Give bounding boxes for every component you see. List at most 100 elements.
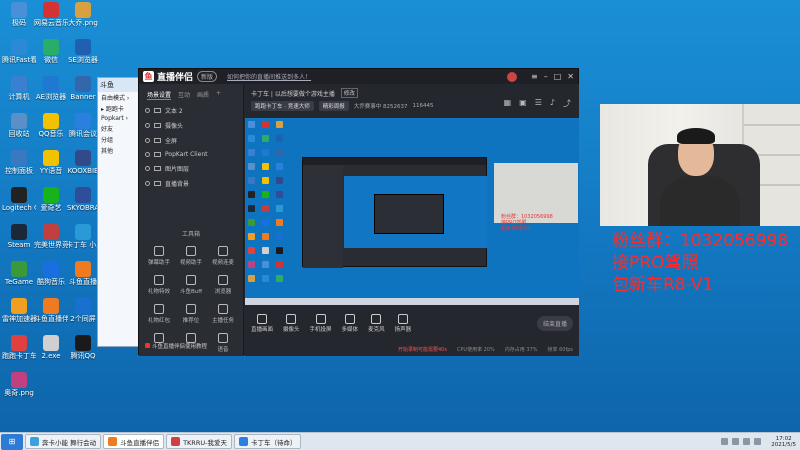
stream-control[interactable]: 麦克风 (368, 313, 385, 333)
minimize-icon[interactable]: – (544, 72, 548, 82)
toolbox-item[interactable]: 浏览器 (207, 275, 239, 295)
toolbox-item[interactable]: 推荐位 (175, 304, 207, 324)
desktop-icon[interactable]: 回收站 (2, 113, 36, 138)
scene-layer[interactable]: PopKart Client (139, 148, 243, 161)
taskbar-item[interactable]: 卡丁车（待命） (233, 434, 302, 449)
share-icon[interactable]: ⤴ (563, 98, 571, 109)
desktop-icon[interactable]: 2.exe (34, 335, 68, 360)
desktop-icon[interactable]: Banner (66, 76, 100, 101)
desktop-icon[interactable]: 斗鱼直播 (66, 261, 100, 286)
desktop-icon[interactable]: 跑跑卡丁车 (2, 335, 36, 360)
sidebar-tab[interactable]: 场景设置 (147, 90, 172, 100)
desktop-icon[interactable]: 腾讯QQ (66, 335, 100, 360)
toolbox-item[interactable]: 弹幕助手 (143, 246, 175, 266)
layout-icon[interactable]: ▣ (519, 98, 527, 109)
desktop-icon[interactable]: 爱奇艺 (34, 187, 68, 212)
qq-list-item[interactable]: ▸ 跑跑卡 (98, 103, 140, 114)
desktop-icon[interactable]: 计算机 (2, 76, 36, 101)
ime-icon[interactable] (743, 438, 751, 445)
desktop-icon[interactable]: 腾讯会议 (66, 113, 100, 138)
volume-icon[interactable] (732, 438, 740, 445)
qq-list-item[interactable]: 好友 (98, 123, 140, 134)
desktop-icon[interactable]: AE浏览器 (34, 76, 68, 101)
desktop-icon[interactable]: 大乔.png (66, 2, 100, 27)
douyu-live-companion-window[interactable]: 鱼 直播伴侣 新版 如何把你的直播间推送到多人！ ≡ – □ ✕ 场景设置 互动画… (138, 68, 579, 356)
desktop-icon[interactable]: 完美世界竞技平台 (34, 224, 68, 249)
scene-layer[interactable]: 直播背景 (139, 176, 243, 191)
desktop-icon[interactable]: KOOXBIE (66, 150, 100, 175)
category-button[interactable]: 跑跑卡丁车 · 竞速大师 (251, 101, 314, 111)
toolbox-item[interactable]: 视频连麦 (207, 246, 239, 266)
toolbox-item[interactable]: 视频助手 (175, 246, 207, 266)
stream-control[interactable]: 多媒体 (342, 313, 358, 333)
taskbar-item[interactable]: TKRRU-我爱天 (166, 434, 232, 449)
edit-room-button[interactable]: 修改 (340, 88, 358, 98)
list-icon[interactable]: ☰ (535, 98, 542, 109)
start-button[interactable]: ⊞ (1, 433, 23, 450)
taskbar-item[interactable]: 奔卡小能 舞行会动 (25, 434, 102, 449)
desktop-icon[interactable]: QQ音乐 (34, 113, 68, 138)
eye-icon[interactable] (145, 181, 150, 186)
stream-control[interactable]: 直播画面 (251, 313, 273, 333)
eye-icon[interactable] (145, 138, 150, 143)
stream-preview[interactable]: 粉丝群：1032056998 接PRO驾照 包新车R8-V1 (245, 118, 579, 305)
desktop-icon[interactable]: 腾讯Fast看 (2, 39, 36, 64)
desktop-icon[interactable]: 极码 (2, 2, 36, 27)
eye-icon[interactable] (145, 108, 150, 113)
eye-icon[interactable] (145, 166, 150, 171)
stream-control[interactable]: 摄像头 (283, 313, 300, 333)
app-titlebar[interactable]: 鱼 直播伴侣 新版 如何把你的直播间推送到多人！ ≡ – □ ✕ (139, 69, 578, 84)
desktop-icon[interactable]: 斗鱼直播伴侣 (34, 298, 68, 323)
desktop-icon[interactable]: 奥奇.png (2, 372, 36, 397)
end-live-button[interactable]: 结束直播 (536, 315, 573, 331)
bell-icon[interactable]: ♪ (550, 98, 555, 109)
version-badge[interactable]: 新版 (197, 71, 218, 82)
desktop-icon[interactable]: SE浏览器 (66, 39, 100, 64)
eye-icon[interactable] (145, 123, 150, 128)
weekly-button[interactable]: 精彩周报 (318, 101, 349, 111)
toolbox-item[interactable]: 斗鱼Buff (175, 275, 207, 295)
desktop-icon[interactable]: Logitech G HUB (2, 187, 36, 212)
close-icon[interactable]: ✕ (567, 72, 574, 82)
tutorial-link[interactable]: 斗鱼直播伴侣使用教程 (145, 342, 207, 350)
menu-icon[interactable]: ≡ (531, 72, 538, 82)
taskbar-item[interactable]: 斗鱼直播伴侣 (103, 434, 165, 449)
toolbox-item[interactable]: 主播任务 (207, 304, 239, 324)
stream-control[interactable]: 手机投屏 (310, 313, 332, 333)
desktop-icon[interactable]: 控制面板 (2, 150, 36, 175)
stream-control[interactable]: 扬声器 (395, 313, 411, 333)
grid-icon[interactable]: ▦ (504, 98, 512, 109)
desktop-icon[interactable]: 酷狗音乐 (34, 261, 68, 286)
network-icon[interactable] (721, 438, 729, 445)
toolbox-item[interactable]: 礼物红包 (143, 304, 175, 324)
desktop-icon[interactable]: SKYOBRA (66, 187, 100, 212)
scene-layer[interactable]: 摄像头 (139, 118, 243, 133)
qq-contact-window[interactable]: 斗鱼 自由模式 › ▸ 跑跑卡 Popkart › 好友 分组 其他 (97, 77, 141, 347)
sidebar-tab[interactable]: + (216, 90, 221, 100)
desktop-icon[interactable]: YY语音 (34, 150, 68, 175)
desktop-icon[interactable]: 2个同屏 (66, 298, 100, 323)
eye-icon[interactable] (145, 152, 150, 157)
qq-list-item[interactable]: 其他 (98, 145, 140, 156)
toolbox-item[interactable]: 语音 (207, 333, 239, 353)
desktop-icon[interactable]: 卡丁车 小助手 (66, 224, 100, 249)
scene-layer[interactable]: 图片图层 (139, 161, 243, 176)
desktop-icon[interactable]: Steam (2, 224, 36, 249)
qq-list-item[interactable]: 自由模式 › (98, 92, 140, 103)
scene-layer[interactable]: 文本 2 (139, 103, 243, 118)
maximize-icon[interactable]: □ (554, 72, 562, 82)
desktop-icon[interactable]: 网易云音乐 (34, 2, 68, 27)
sidebar-tab[interactable]: 互动 (178, 90, 190, 100)
clock[interactable]: 17:02 2021/5/5 (767, 436, 800, 448)
notice-link[interactable]: 如何把你的直播间推送到多人！ (227, 72, 311, 81)
user-avatar[interactable] (507, 71, 518, 82)
qq-list-item[interactable]: 分组 (98, 134, 140, 145)
sidebar-tab[interactable]: 画质 (197, 90, 209, 100)
desktop-icon[interactable]: 微信 (34, 39, 68, 64)
scene-layer[interactable]: 全屏 (139, 133, 243, 148)
toolbox-item[interactable]: 礼物特效 (143, 275, 175, 295)
qq-list-item[interactable]: Popkart › (98, 114, 140, 123)
desktop-icon[interactable]: TeGame (2, 261, 36, 286)
notification-icon[interactable] (754, 438, 762, 445)
desktop-icon[interactable]: 雷神加速器 (2, 298, 36, 323)
